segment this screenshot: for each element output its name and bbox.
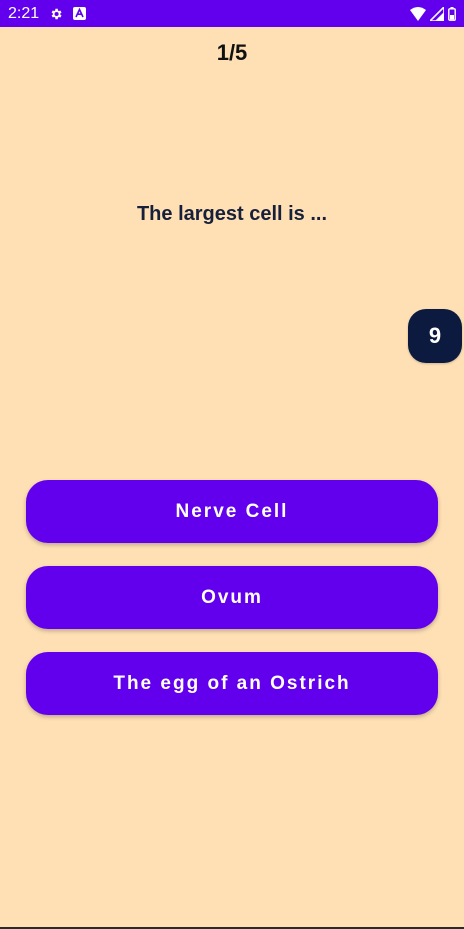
signal-icon	[430, 6, 444, 21]
answer-label: The egg of an Ostrich	[113, 672, 351, 694]
status-time: 2:21	[8, 4, 40, 22]
a-badge-icon	[73, 7, 87, 20]
answer-button-1[interactable]: Nerve Cell	[26, 480, 438, 543]
status-right	[410, 6, 456, 21]
answer-label: Nerve Cell	[175, 500, 289, 522]
question-text: The largest cell is ...	[136, 203, 328, 225]
status-left: 2:21	[8, 4, 87, 23]
question-progress: 1/5	[216, 40, 248, 65]
gear-icon	[49, 7, 63, 21]
answer-button-2[interactable]: Ovum	[26, 566, 438, 629]
answer-label: Ovum	[201, 586, 263, 608]
timer-badge: 9	[408, 309, 462, 363]
status-bar: 2:21	[0, 0, 464, 27]
wifi-icon	[410, 6, 426, 21]
answer-list: Nerve Cell Ovum The egg of an Ostrich	[26, 480, 438, 738]
timer-value: 9	[428, 323, 442, 348]
answer-button-3[interactable]: The egg of an Ostrich	[26, 652, 438, 715]
battery-icon	[448, 6, 456, 21]
